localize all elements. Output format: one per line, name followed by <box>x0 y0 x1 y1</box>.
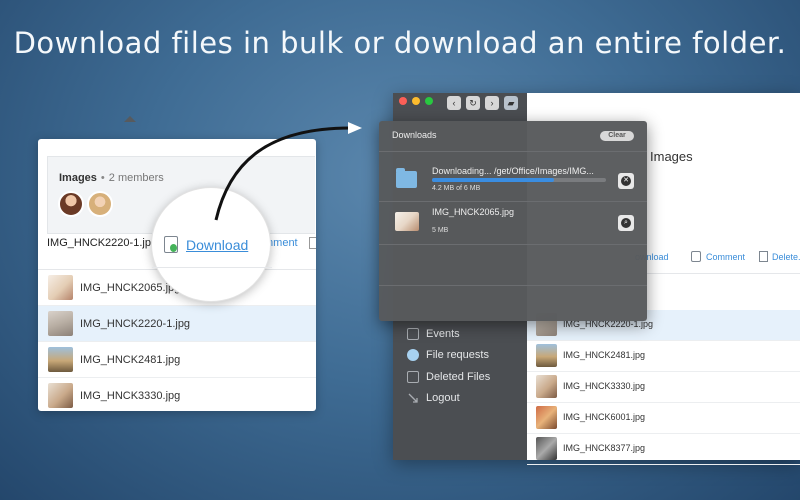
divider <box>152 267 272 268</box>
file-name: IMG_HNCK3330.jpg <box>80 390 181 402</box>
download-button[interactable]: Download <box>186 237 248 253</box>
file-name: IMG_HNCK6001.jpg <box>563 412 646 422</box>
list-item[interactable]: IMG_HNCK2481.jpg <box>38 342 316 378</box>
separator-dot: • <box>100 172 105 184</box>
download-size: 5 MB <box>432 227 449 234</box>
folder-name: Images <box>59 172 97 184</box>
page-title: Images <box>650 149 693 164</box>
back-icon[interactable]: ‹ <box>447 96 461 110</box>
sidebar-item-label: File requests <box>426 349 489 361</box>
download-icon <box>164 236 178 253</box>
divider <box>379 244 647 245</box>
file-thumbnail <box>48 347 73 372</box>
member-count[interactable]: 2 members <box>109 172 164 184</box>
minimize-window-button[interactable] <box>412 97 420 105</box>
file-request-icon <box>407 349 419 361</box>
headline: Download files in bulk or download an en… <box>13 26 787 60</box>
file-thumbnail <box>536 344 557 367</box>
table-row[interactable]: IMG_HNCK8377.jpg <box>527 434 800 465</box>
file-thumbnail <box>536 437 557 460</box>
sidebar-item-label: Logout <box>426 392 460 404</box>
download-size: 4.2 MB of 6 MB <box>432 185 481 192</box>
downloads-popover: Downloads Clear Downloading... /get/Offi… <box>379 121 647 321</box>
divider <box>379 201 647 202</box>
avatar[interactable] <box>87 191 113 217</box>
file-name: IMG_HNCK2220-1.jpg <box>80 318 191 330</box>
sidebar-item-label: Deleted Files <box>426 371 491 383</box>
curved-arrow-icon <box>214 122 362 221</box>
selected-file-name: IMG_HNCK2220-1.jpg <box>47 237 158 249</box>
file-name: IMG_HNCK3330.jpg <box>563 381 646 391</box>
calendar-icon <box>407 328 419 340</box>
reveal-in-finder-button[interactable]: ⌕ <box>618 215 634 231</box>
file-name: IMG_HNCK2065.jpg <box>80 282 181 294</box>
cancel-download-button[interactable]: ✕ <box>618 173 634 189</box>
file-thumbnail <box>48 311 73 336</box>
folder-icon <box>396 168 417 188</box>
comment-icon[interactable] <box>691 251 701 262</box>
table-row[interactable]: IMG_HNCK3330.jpg <box>527 372 800 403</box>
logout-icon <box>407 392 419 404</box>
file-name: IMG_HNCK8377.jpg <box>563 443 646 453</box>
table-row[interactable]: IMG_HNCK2481.jpg <box>527 341 800 372</box>
download-progress-fill <box>432 178 554 182</box>
delete-icon[interactable] <box>309 237 316 249</box>
list-item[interactable]: IMG_HNCK2220-1.jpg <box>38 306 316 342</box>
sidebar-item-label: Events <box>426 328 460 340</box>
folder-title: Images • 2 members <box>59 172 164 184</box>
file-thumbnail <box>536 406 557 429</box>
downloaded-file-name: IMG_HNCK2065.jpg <box>432 207 515 217</box>
image-thumbnail <box>395 212 419 231</box>
file-thumbnail <box>48 275 73 300</box>
file-name: IMG_HNCK2481.jpg <box>563 350 646 360</box>
delete-icon[interactable] <box>759 251 768 262</box>
zoom-window-button[interactable] <box>425 97 433 105</box>
list-item[interactable]: IMG_HNCK3330.jpg <box>38 378 316 411</box>
downloads-folder-icon[interactable]: ▰ <box>504 96 518 110</box>
download-progress-bar <box>432 178 606 182</box>
file-thumbnail <box>48 383 73 408</box>
avatar[interactable] <box>58 191 84 217</box>
comment-button[interactable]: Comment <box>706 252 745 262</box>
titlebar: ‹ ↻ › ▰ <box>393 93 527 115</box>
popover-title: Downloads <box>392 130 437 140</box>
trash-icon <box>407 371 419 383</box>
close-window-button[interactable] <box>399 97 407 105</box>
delete-button[interactable]: Delete... <box>772 252 800 262</box>
reveal-icon: ⌕ <box>621 218 631 228</box>
refresh-icon[interactable]: ↻ <box>466 96 480 110</box>
forward-icon[interactable]: › <box>485 96 499 110</box>
file-thumbnail <box>536 375 557 398</box>
popover-caret <box>124 116 136 122</box>
cancel-icon: ✕ <box>621 176 631 186</box>
table-row[interactable]: IMG_HNCK6001.jpg <box>527 403 800 434</box>
divider <box>379 151 647 152</box>
file-name: IMG_HNCK2481.jpg <box>80 354 181 366</box>
divider <box>379 285 647 286</box>
clear-button[interactable]: Clear <box>600 131 634 141</box>
download-status-text: Downloading... /get/Office/Images/IMG... <box>432 166 594 176</box>
